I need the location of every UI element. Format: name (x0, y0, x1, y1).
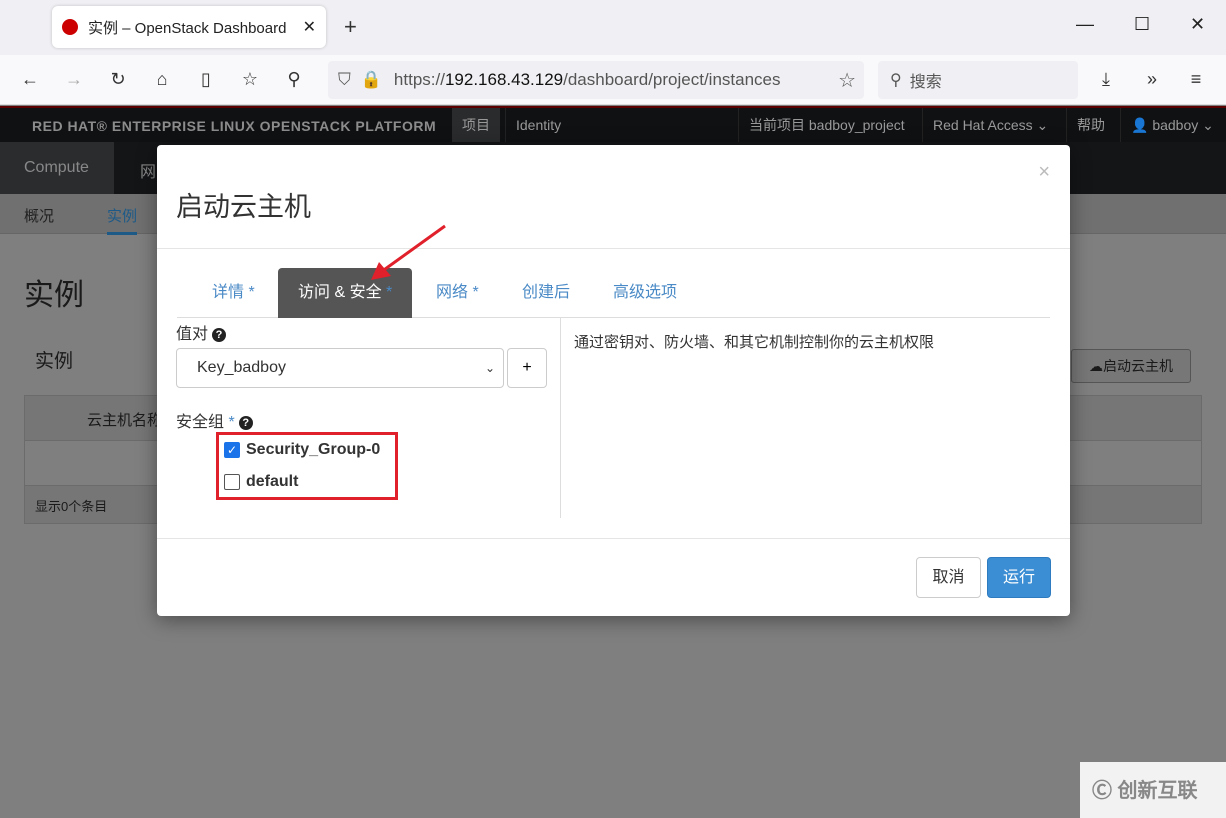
tab-label: 网络 (436, 284, 469, 301)
required-mark: * (468, 284, 479, 301)
checkbox-unchecked-icon[interactable] (224, 474, 240, 490)
launch-instance-modal: 启动云主机 × 详情 * 访问 & 安全 * 网络 * 创建后 高级选项 值对?… (157, 145, 1070, 616)
nav-project[interactable]: 项目 (452, 108, 500, 142)
close-tab-icon[interactable]: ✕ (303, 17, 316, 37)
lock-icon: 🔒 (360, 70, 382, 89)
download-icon[interactable]: ⤓ (1084, 69, 1128, 90)
tab-label: 访问 & 安全 (298, 284, 382, 301)
menu-icon[interactable]: ≡ (1174, 69, 1218, 90)
watermark-logo: Ⓒ 创新互联 (1080, 762, 1226, 818)
keypair-value: Key_badboy (197, 359, 286, 376)
nav-overview[interactable]: 概况 (24, 205, 54, 226)
cancel-button[interactable]: 取消 (916, 557, 981, 598)
help-link[interactable]: 帮助 (1066, 108, 1115, 142)
tab-advanced[interactable]: 高级选项 (593, 268, 697, 318)
help-icon[interactable]: ? (212, 328, 227, 342)
url-prefix: https:// (393, 70, 445, 89)
required-mark: * (381, 284, 393, 301)
tab-title: 实例 – OpenStack Dashboard (88, 19, 287, 37)
search-placeholder: 搜索 (909, 74, 942, 91)
label-text: 安全组 (176, 414, 225, 431)
brand-logo: RED HAT® ENTERPRISE LINUX OPENSTACK PLAT… (32, 118, 437, 134)
url-host: 192.168.43.129 (444, 70, 564, 89)
chevron-down-icon: ⌄ (484, 361, 495, 375)
nav-identity[interactable]: Identity (505, 108, 571, 142)
user-name: badboy ⌄ (1152, 117, 1214, 133)
search-input[interactable]: ⚲ 搜索 (878, 61, 1078, 99)
url-path: /dashboard/project/instances (563, 70, 781, 89)
tab-label: 详情 (212, 284, 245, 301)
home-icon[interactable]: ⌂ (140, 69, 184, 90)
nav-compute[interactable]: Compute (0, 142, 114, 194)
required-mark: * (244, 284, 255, 301)
keypair-label: 值对? (176, 320, 227, 344)
search-icon[interactable]: ⚲ (272, 69, 316, 90)
tab-post-creation[interactable]: 创建后 (502, 268, 590, 318)
secgroup-name: Security_Group-0 (246, 441, 381, 458)
browser-tab[interactable]: 实例 – OpenStack Dashboard ✕ (52, 6, 326, 48)
favicon-icon (62, 19, 78, 35)
page-title: 实例 (24, 279, 84, 312)
new-tab-icon[interactable]: + (344, 14, 357, 40)
maximize-icon[interactable]: ☐ (1134, 14, 1150, 35)
close-icon[interactable]: × (1038, 161, 1050, 184)
tab-details[interactable]: 详情 * (192, 268, 275, 318)
secgroup-checkbox[interactable]: ✓ Security_Group-0 (224, 441, 380, 459)
browser-tab-strip: 实例 – OpenStack Dashboard ✕ + — ☐ ✕ (0, 0, 1226, 55)
label-text: 值对 (176, 326, 209, 343)
shield-icon: ⛉ (338, 70, 351, 89)
star-icon[interactable]: ☆ (838, 68, 856, 93)
close-window-icon[interactable]: ✕ (1190, 14, 1205, 35)
modal-tabs: 详情 * 访问 & 安全 * 网络 * 创建后 高级选项 (177, 268, 1050, 318)
rh-access-dropdown[interactable]: Red Hat Access ⌄ (922, 108, 1058, 142)
user-menu[interactable]: 👤 badboy ⌄ (1120, 108, 1224, 142)
secgroup-checkbox[interactable]: default (224, 473, 298, 491)
required-mark: * (224, 414, 235, 431)
add-keypair-button[interactable]: + (507, 348, 547, 388)
launch-label: 启动云主机 (1103, 358, 1173, 374)
help-icon[interactable]: ? (238, 416, 253, 430)
tab-label: 创建后 (522, 284, 571, 301)
top-navbar: RED HAT® ENTERPRISE LINUX OPENSTACK PLAT… (0, 106, 1226, 142)
more-tools-icon[interactable]: » (1130, 69, 1174, 90)
access-form: 值对? Key_badboy ⌄ + 安全组 *? ✓ Security_Group… (176, 318, 561, 518)
search-icon: ⚲ (890, 72, 902, 89)
tab-label: 高级选项 (613, 284, 678, 301)
secgroup-name: default (246, 473, 299, 490)
reload-icon[interactable]: ↻ (96, 69, 140, 90)
section-title: 实例 (35, 351, 74, 372)
secgroup-label: 安全组 *? (176, 408, 253, 432)
checkbox-checked-icon[interactable]: ✓ (224, 442, 240, 458)
annotation-arrow-icon (371, 224, 446, 280)
keypair-select[interactable]: Key_badboy ⌄ (176, 348, 504, 388)
back-icon[interactable]: ← (8, 69, 52, 90)
reader-icon[interactable]: ▯ (184, 69, 228, 90)
nav-instances[interactable]: 实例 (107, 205, 138, 235)
current-project-dropdown[interactable]: 当前项目 badboy_project (738, 108, 915, 142)
modal-title: 启动云主机 (176, 192, 311, 222)
bookmark-icon[interactable]: ☆ (228, 69, 272, 90)
forward-icon[interactable]: → (52, 69, 96, 90)
nav-network[interactable]: 网 (140, 158, 156, 182)
url-bar[interactable]: ⛉ 🔒 https://192.168.43.129/dashboard/proje… (328, 61, 864, 99)
help-text: 通过密钥对、防火墙、和其它机制控制你的云主机权限 (574, 334, 935, 351)
minimize-icon[interactable]: — (1076, 14, 1094, 35)
launch-instance-button[interactable]: ☁启动云主机 (1071, 349, 1191, 383)
launch-button[interactable]: 运行 (987, 557, 1051, 598)
